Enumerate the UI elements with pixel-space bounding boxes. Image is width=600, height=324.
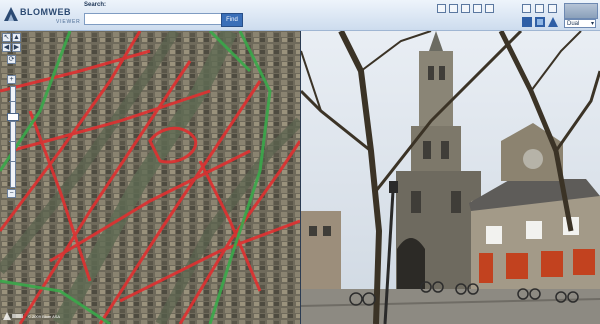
street-view-pane[interactable] xyxy=(301,31,600,324)
zoom-in-button[interactable]: + xyxy=(7,75,16,84)
find-button[interactable]: Find xyxy=(221,13,243,27)
info-icon[interactable] xyxy=(522,4,531,13)
layers-icon[interactable] xyxy=(548,4,557,13)
top-toolbar: BLOMWEB VIEWER Search: Find Dual ▾ xyxy=(0,0,600,31)
view-mode-selected: Dual xyxy=(567,21,580,27)
blom-watermark-icon xyxy=(3,312,23,320)
zoom-slider-handle[interactable] xyxy=(7,113,19,121)
brand-name: BLOMWEB xyxy=(20,7,71,17)
zoom-tick xyxy=(9,141,15,142)
zoom-tick xyxy=(9,101,15,102)
rotate-button[interactable]: ⟳ xyxy=(7,55,16,64)
street-view-image xyxy=(301,31,600,324)
map-icon[interactable] xyxy=(564,3,598,19)
zoom-tick xyxy=(9,161,15,162)
street-view-icon[interactable] xyxy=(548,17,558,27)
save-icon[interactable] xyxy=(461,4,470,13)
view-mode-select[interactable]: Dual ▾ xyxy=(564,19,596,28)
zoom-out-button[interactable]: − xyxy=(7,189,16,198)
orthophoto-icon[interactable] xyxy=(535,17,545,27)
blom-logo-icon xyxy=(4,7,18,21)
pan-icon[interactable] xyxy=(522,17,532,27)
search-input[interactable] xyxy=(84,13,222,25)
oblique-view-icon[interactable] xyxy=(535,4,544,13)
pan-right-button[interactable]: ▶ xyxy=(12,43,21,52)
zoom-box-icon[interactable] xyxy=(473,4,482,13)
aerial-map-image xyxy=(0,31,300,324)
print-icon[interactable] xyxy=(449,4,458,13)
measure-icon[interactable] xyxy=(485,4,494,13)
brand-logo: BLOMWEB VIEWER xyxy=(4,5,80,27)
home-icon[interactable] xyxy=(437,4,446,13)
pan-up-left-button[interactable]: ↖ xyxy=(2,33,11,42)
zoom-tick xyxy=(9,121,15,122)
chevron-down-icon: ▾ xyxy=(590,21,594,27)
aerial-map-pane[interactable]: ↖ ▲ ◀ ▶ ⟳ + − xyxy=(0,31,300,324)
pan-up-button[interactable]: ▲ xyxy=(12,33,21,42)
brand-subtitle: VIEWER xyxy=(56,19,81,25)
pan-left-button[interactable]: ◀ xyxy=(2,43,11,52)
search-label: Search: xyxy=(84,2,107,8)
map-copyright: © 2009 Blom ASA xyxy=(28,314,61,319)
